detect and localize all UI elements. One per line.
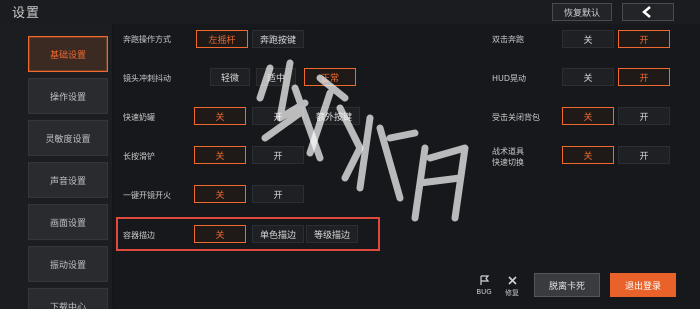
settings-panel [114,24,700,309]
bug-report-button[interactable]: BUG [474,275,494,296]
sidebar-item-sound[interactable]: 声音设置 [28,162,108,198]
setting-label-quick-heal: 快速奶罐 [123,113,155,122]
option-extra-button[interactable]: 额外按键 [308,107,360,125]
option-run-button[interactable]: 奔跑按键 [252,30,304,48]
option-double-tap-on[interactable]: 开 [618,30,670,48]
wrench-icon [507,276,517,285]
chevron-left-icon [642,6,651,18]
option-left-stick[interactable]: 左摇杆 [196,30,248,48]
back-button[interactable] [622,3,674,21]
sidebar-item-controls[interactable]: 操作设置 [28,78,108,114]
setting-label-hold-slide: 长按滑铲 [123,152,155,161]
sidebar-item-basic[interactable]: 基础设置 [28,36,108,72]
option-hit-close-off[interactable]: 关 [562,107,614,125]
option-quick-heal-on[interactable]: 开 [252,107,304,125]
fix-button[interactable]: 修复 [502,275,522,298]
option-tactical-off[interactable]: 关 [562,146,614,164]
sidebar-item-graphics[interactable]: 画面设置 [28,204,108,240]
reset-default-button[interactable]: 恢复默认 [552,3,612,21]
escape-stuck-button[interactable]: 脱离卡死 [534,273,600,297]
sidebar-item-sensitivity[interactable]: 灵敏度设置 [28,120,108,156]
option-hit-close-on[interactable]: 开 [618,107,670,125]
setting-label-hit-close-bag: 受击关闭背包 [492,113,540,122]
page-title: 设置 [12,6,41,21]
option-hold-slide-on[interactable]: 开 [252,146,304,164]
logout-button[interactable]: 退出登录 [610,273,676,297]
setting-label-hud-sway: HUD晃动 [492,74,527,83]
flag-icon [479,275,489,285]
option-scope-fire-off[interactable]: 关 [194,185,246,203]
setting-label-camera-shake: 镜头冲刺抖动 [123,74,171,83]
option-double-tap-off[interactable]: 关 [562,30,614,48]
option-shake-light[interactable]: 轻微 [210,68,250,86]
option-quick-heal-off[interactable]: 关 [194,107,246,125]
setting-label-scope-fire: 一键开镜开火 [123,191,171,200]
option-hold-slide-off[interactable]: 关 [194,146,246,164]
highlight-box [116,217,380,251]
bug-label: BUG [476,288,492,296]
option-hud-sway-off[interactable]: 关 [562,68,614,86]
option-shake-normal[interactable]: 正常 [304,68,356,86]
fix-label: 修复 [505,289,519,297]
setting-label-run-mode: 奔跑操作方式 [123,35,171,44]
setting-label-tactical-switch: 战术道具 快速切换 [492,147,524,167]
option-shake-medium[interactable]: 适中 [256,68,296,86]
sidebar: 基础设置 操作设置 灵敏度设置 声音设置 画面设置 振动设置 下载中心 [0,24,112,309]
sidebar-item-vibration[interactable]: 振动设置 [28,246,108,282]
sidebar-item-downloads[interactable]: 下载中心 [28,288,108,309]
option-tactical-on[interactable]: 开 [618,146,670,164]
option-hud-sway-on[interactable]: 开 [618,68,670,86]
option-scope-fire-on[interactable]: 开 [252,185,304,203]
top-bar: 设置 恢复默认 [0,0,700,24]
setting-label-double-tap-run: 双击奔跑 [492,35,524,44]
